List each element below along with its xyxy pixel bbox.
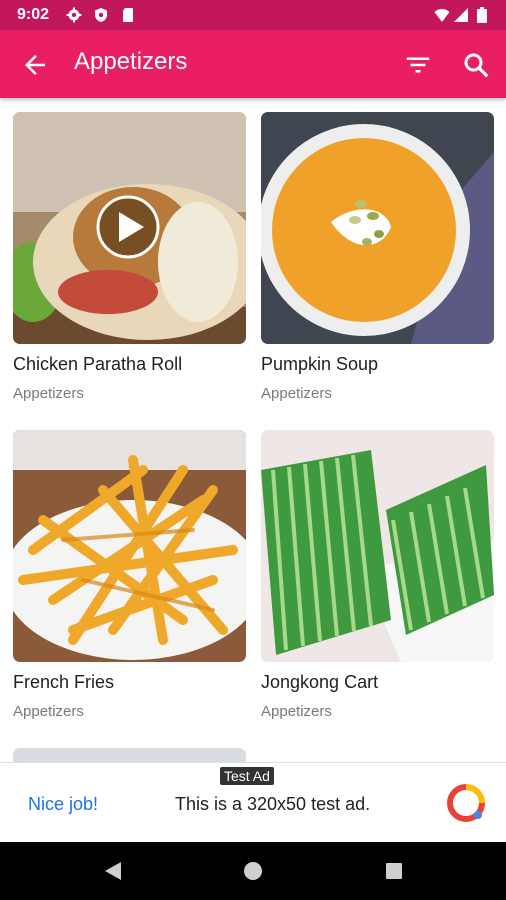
nav-recents-icon[interactable] — [383, 860, 405, 882]
ad-message: This is a 320x50 test ad. — [175, 794, 371, 814]
recipe-image[interactable] — [13, 430, 246, 662]
wifi-icon — [434, 9, 450, 22]
signal-icon — [454, 8, 468, 22]
ad-banner[interactable]: Test Ad Nice job! This is a 320x50 test … — [0, 762, 506, 843]
battery-icon — [477, 7, 487, 23]
ad-tag: Test Ad — [220, 767, 274, 785]
recipe-name: Chicken Paratha Roll — [13, 354, 183, 374]
recipe-category: Appetizers — [13, 703, 84, 720]
shield-icon — [95, 8, 107, 22]
search-icon[interactable] — [461, 50, 491, 80]
settings-icon — [66, 7, 82, 23]
recipe-image[interactable] — [13, 112, 246, 344]
status-bar: 9:02 — [0, 0, 506, 30]
recipe-name: Pumpkin Soup — [261, 354, 379, 374]
status-time: 9:02 — [17, 6, 50, 23]
filter-icon[interactable] — [403, 50, 433, 80]
recipe-name: French Fries — [13, 672, 115, 692]
system-nav-bar — [0, 842, 506, 900]
back-arrow-icon[interactable] — [20, 50, 50, 80]
recipe-image[interactable] — [261, 112, 494, 344]
app-bar: Appetizers — [0, 30, 506, 98]
recipe-image[interactable] — [261, 430, 494, 662]
ad-cta[interactable]: Nice job! — [28, 794, 98, 815]
nav-home-icon[interactable] — [242, 860, 264, 882]
recipe-category: Appetizers — [261, 385, 332, 402]
page-title: Appetizers — [74, 48, 188, 75]
nav-back-icon[interactable] — [102, 860, 124, 882]
recipe-category: Appetizers — [13, 385, 84, 402]
recipe-name: Jongkong Cart — [261, 672, 379, 692]
sd-card-icon — [123, 8, 133, 22]
recipe-category: Appetizers — [261, 703, 332, 720]
ad-logo-icon[interactable] — [446, 783, 486, 823]
